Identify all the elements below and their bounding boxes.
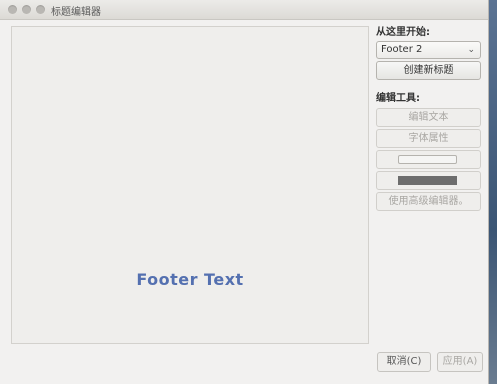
template-select[interactable]: Footer 2 ⌄ [376,41,481,59]
fill-color-button[interactable] [376,150,481,169]
start-here-label: 从这里开始: [376,27,430,38]
maximize-icon[interactable] [36,5,45,14]
title-preview-canvas[interactable]: Footer Text [11,26,369,344]
apply-button[interactable]: 应用(A) [437,352,483,372]
window-title: 标题编辑器 [51,7,101,18]
minimize-icon[interactable] [22,5,31,14]
sidebar: 从这里开始: Footer 2 ⌄ 创建新标题 编辑工具: 编辑文本 字体属性 … [376,26,481,211]
desktop-background [489,0,497,384]
font-properties-button[interactable]: 字体属性 [376,129,481,148]
template-select-value: Footer 2 [381,44,423,55]
preview-text[interactable]: Footer Text [12,270,368,289]
titlebar: 标题编辑器 [0,0,488,20]
create-new-title-button[interactable]: 创建新标题 [376,61,481,80]
close-icon[interactable] [8,5,17,14]
title-editor-window: 标题编辑器 Footer Text 从这里开始: Footer 2 ⌄ 创建新标… [0,0,489,384]
edit-tools-label: 编辑工具: [376,93,420,104]
outline-color-swatch [398,176,457,185]
edit-text-button[interactable]: 编辑文本 [376,108,481,127]
fill-color-swatch [398,155,457,164]
chevron-down-icon: ⌄ [467,45,475,55]
advanced-editor-button[interactable]: 使用高级编辑器。 [376,192,481,211]
cancel-button[interactable]: 取消(C) [377,352,431,372]
outline-color-button[interactable] [376,171,481,190]
